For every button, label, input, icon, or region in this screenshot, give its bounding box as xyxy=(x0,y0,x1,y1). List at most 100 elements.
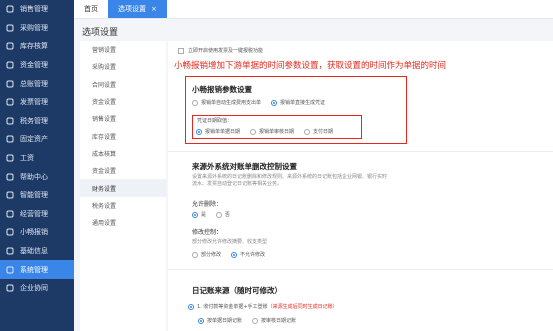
date-option-doc-date[interactable]: 报销单单据日期 xyxy=(196,128,240,135)
sidebar-item[interactable]: 采购管理 xyxy=(0,19,74,38)
modify-control-label: 修改控制： xyxy=(192,229,223,236)
tab-options-settings-label: 选项设置 xyxy=(118,5,146,13)
radio-modify-partial[interactable] xyxy=(192,251,198,258)
tab-home-label: 首页 xyxy=(84,5,98,13)
journal-source-note: （来源生成后同时生成日记账） xyxy=(267,304,338,310)
info-icon xyxy=(6,247,14,255)
allow-delete-label: 允许删除： xyxy=(192,201,223,208)
sidebar-item[interactable]: 资金管理 xyxy=(0,56,74,75)
sidebar-item[interactable]: 智能管理 xyxy=(0,186,74,205)
expense-option-expense-out[interactable]: 报销单自动生成费用支出单 xyxy=(192,99,261,106)
radio-journal-audit-date[interactable] xyxy=(252,317,259,324)
expense-option-voucher-label: 报销单直接生成凭证 xyxy=(280,100,326,106)
invoice-tax-option[interactable]: 立即开启使用发票及一键报税功能 xyxy=(178,47,263,54)
subnav-item[interactable]: 财务设置 xyxy=(80,179,166,197)
invoice-tax-checkbox[interactable] xyxy=(178,47,184,54)
sidebar-item-label: 小畅报销 xyxy=(20,228,48,237)
settings-content: 立即开启使用发票及一键报税功能 小畅报销增加下游单据的时间参数设置，获取设置的时… xyxy=(168,41,553,331)
sidebar-item-label: 销售管理 xyxy=(20,5,48,14)
tab-options-settings[interactable]: 选项设置 × xyxy=(108,0,167,18)
journal-audit-date-label: 按审核日期记账 xyxy=(261,318,297,324)
journal-audit-date[interactable]: 按审核日期记账 xyxy=(252,317,296,324)
radio-allow-delete-yes[interactable] xyxy=(192,211,198,218)
business-icon xyxy=(6,210,14,218)
sidebar-item[interactable]: 税务管理 xyxy=(0,112,74,131)
journal-doc-date-label: 按单据日期记账 xyxy=(207,318,243,324)
expense-option-voucher[interactable]: 报销单直接生成凭证 xyxy=(271,99,325,106)
help-icon xyxy=(6,173,14,181)
radio-allow-delete-no[interactable] xyxy=(216,211,223,218)
close-icon[interactable]: × xyxy=(151,5,157,13)
radio-modify-none[interactable] xyxy=(231,251,238,258)
expense-settings-title: 小畅报销参数设置 xyxy=(192,85,252,94)
modify-partial-label: 部分修改 xyxy=(201,252,222,258)
modify-partial[interactable]: 部分修改 xyxy=(192,251,221,258)
sidebar-item[interactable]: 总账管理 xyxy=(0,74,74,93)
sidebar-item[interactable]: 系统管理 xyxy=(0,260,74,279)
divider xyxy=(168,269,553,270)
journal-source-title: 日记账来源（随时可修改） xyxy=(192,286,282,295)
allow-delete-no[interactable]: 否 xyxy=(216,211,230,218)
expense-option-expense-out-label: 报销单自动生成费用支出单 xyxy=(201,100,262,106)
sidebar-item[interactable]: 帮助中心 xyxy=(0,167,74,186)
sidebar-item[interactable]: 销售管理 xyxy=(0,0,74,19)
radio-doc-date[interactable] xyxy=(196,128,202,135)
date-option-pay-date[interactable]: 支付日期 xyxy=(304,128,333,135)
allow-delete-yes-label: 是 xyxy=(201,212,207,218)
asset-icon xyxy=(6,135,14,143)
voucher-date-label: 凭证日期取值： xyxy=(197,118,233,124)
radio-expense-out[interactable] xyxy=(192,99,198,106)
annotation-text: 小畅报销增加下游单据的时间参数设置，获取设置的时间作为单据的时间 xyxy=(174,61,447,71)
modify-none[interactable]: 不允许修改 xyxy=(231,251,265,258)
sidebar-item[interactable]: 发票管理 xyxy=(0,93,74,112)
subnav-item[interactable]: 通用设置 xyxy=(80,214,166,231)
radio-journal-doc-date[interactable] xyxy=(198,317,204,324)
subnav-item[interactable]: 资金设置 xyxy=(80,162,166,179)
modify-none-label: 不允许修改 xyxy=(240,252,266,258)
sidebar-item[interactable]: 经营管理 xyxy=(0,205,74,224)
sidebar-item[interactable]: 企业协同 xyxy=(0,279,74,298)
subnav-item[interactable]: 合同设置 xyxy=(80,76,166,93)
tax-icon xyxy=(6,117,14,125)
journal-doc-date[interactable]: 按单据日期记账 xyxy=(198,317,242,324)
subnav-item[interactable]: 库存设置 xyxy=(80,127,166,144)
journal-source-label: 1. 收付款等资金单据+手工登账 xyxy=(197,304,268,310)
collab-icon xyxy=(6,284,14,292)
radio-pay-date[interactable] xyxy=(304,128,311,135)
date-option-pay-date-label: 支付日期 xyxy=(313,129,334,135)
external-settings-title: 来源外系统对账单删改控制设置 xyxy=(192,162,297,171)
smart-icon xyxy=(6,191,14,199)
date-option-audit-date[interactable]: 报销单审核日期 xyxy=(250,128,294,135)
radio-voucher[interactable] xyxy=(271,99,278,106)
tab-home[interactable]: 首页 xyxy=(74,0,108,18)
allow-delete-no-label: 否 xyxy=(225,212,231,218)
ledger-icon xyxy=(6,80,14,88)
sidebar-item-label: 税务管理 xyxy=(20,116,48,125)
radio-audit-date[interactable] xyxy=(250,128,257,135)
funds-icon xyxy=(6,61,14,69)
divider xyxy=(168,151,553,152)
date-option-audit-date-label: 报销单审核日期 xyxy=(259,129,295,135)
sidebar-item[interactable]: 小畅报销 xyxy=(0,223,74,242)
subnav-item[interactable]: 销售设置 xyxy=(80,110,166,127)
radio-journal-source[interactable] xyxy=(188,303,194,310)
sidebar-item-label: 经营管理 xyxy=(20,209,48,218)
subnav-item[interactable]: 税务设置 xyxy=(80,197,166,214)
subnav-item[interactable]: 营销设置 xyxy=(80,41,166,58)
sidebar-item-label: 工资 xyxy=(20,154,34,163)
sidebar-item-label: 总账管理 xyxy=(20,79,48,88)
sidebar-item[interactable]: 基础信息 xyxy=(0,242,74,261)
voucher-date-box: 凭证日期取值： 报销单单据日期 报销单审核日期 支付日期 xyxy=(192,115,362,139)
sidebar-item[interactable]: 固定资产 xyxy=(0,130,74,149)
subnav-item[interactable]: 资金设置 xyxy=(80,93,166,110)
invoice-icon xyxy=(6,98,14,106)
sidebar-item-label: 基础信息 xyxy=(20,247,48,256)
allow-delete-yes[interactable]: 是 xyxy=(192,211,206,218)
subnav-item[interactable]: 成本核算 xyxy=(80,145,166,162)
sidebar-item[interactable]: 工资 xyxy=(0,149,74,168)
expense-settings-box: 小畅报销参数设置 报销单自动生成费用支出单 报销单直接生成凭证 凭证日期取值： … xyxy=(185,76,407,144)
subnav-item[interactable]: 采购设置 xyxy=(80,58,166,75)
sidebar-item[interactable]: 库存核算 xyxy=(0,37,74,56)
settings-subnav: 营销设置 采购设置 合同设置 资金设置 销售设置 库存设置 成本核算 资金设置 财务设置 税务设置… xyxy=(80,41,166,331)
sidebar-item-label: 资金管理 xyxy=(20,61,48,70)
